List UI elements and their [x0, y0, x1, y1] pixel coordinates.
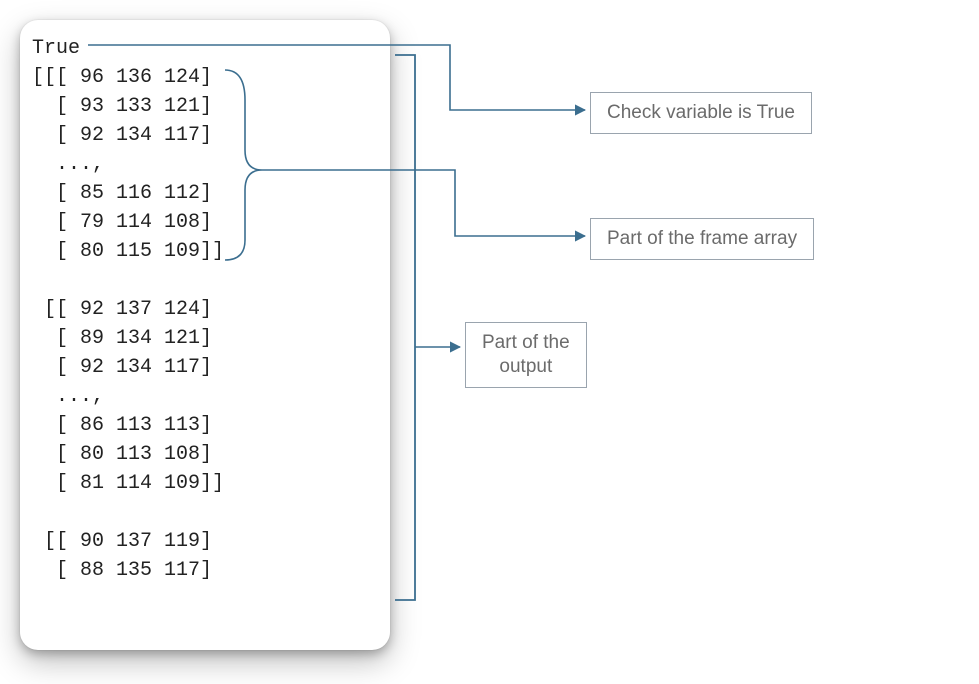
callout-output: Part of the output	[465, 322, 587, 388]
array-output: [[[ 96 136 124] [ 93 133 121] [ 92 134 1…	[32, 63, 378, 585]
callout-frame-array: Part of the frame array	[590, 218, 814, 260]
callout-check-variable: Check variable is True	[590, 92, 812, 134]
bracket-output	[395, 55, 415, 600]
code-output-card: True [[[ 96 136 124] [ 93 133 121] [ 92 …	[20, 20, 390, 650]
true-line: True	[32, 34, 378, 63]
